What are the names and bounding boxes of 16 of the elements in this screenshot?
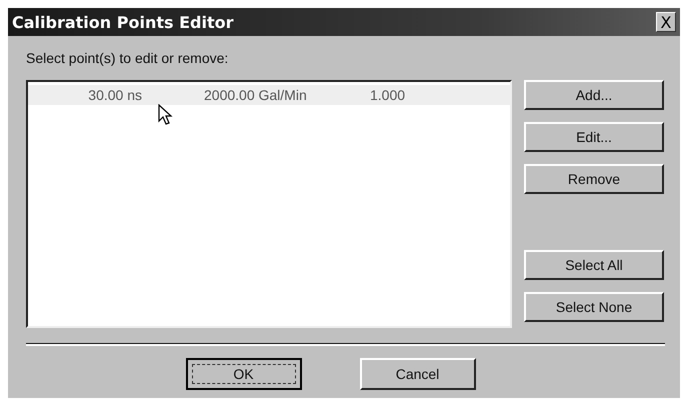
factor-value: 1.000 <box>370 87 406 103</box>
action-button[interactable]: Edit... <box>524 122 664 152</box>
select-button[interactable]: Select All <box>524 250 664 280</box>
points-list[interactable]: 30.00 ns 2000.00 Gal/Min 1.000 <box>26 80 512 328</box>
close-button[interactable]: X <box>656 12 676 32</box>
time-value: 30.00 ns <box>87 87 142 103</box>
dialog-button[interactable]: OK <box>186 358 302 390</box>
dialog-button[interactable]: Cancel <box>360 358 476 390</box>
action-button[interactable]: Remove <box>524 164 664 194</box>
action-button[interactable]: Add... <box>524 80 664 110</box>
list-item[interactable]: 30.00 ns 2000.00 Gal/Min 1.000 <box>28 85 510 105</box>
rate-value: 2000.00 Gal/Min <box>204 87 308 103</box>
window-title: Calibration Points Editor <box>12 12 234 32</box>
instruction-label: Select point(s) to edit or remove: <box>26 50 230 66</box>
select-button[interactable]: Select None <box>524 292 664 322</box>
cursor-icon <box>158 104 174 126</box>
